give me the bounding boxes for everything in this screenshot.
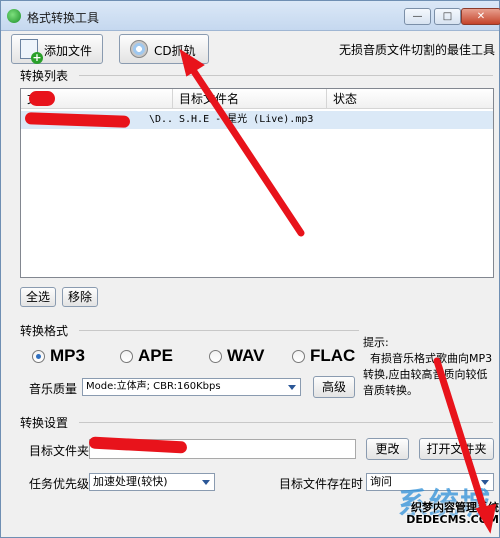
add-file-button[interactable]: 添加文件 <box>11 34 103 64</box>
priority-value: 加速处理(较快) <box>93 475 168 488</box>
slogan-text: 无损音质文件切割的最佳工具 <box>339 43 496 57</box>
change-folder-button[interactable]: 更改 <box>366 438 409 460</box>
table-header: 文件 目标文件名 状态 <box>21 89 493 109</box>
group-divider <box>79 75 493 76</box>
group-divider <box>79 422 493 423</box>
quality-label: 音乐质量 <box>29 382 78 396</box>
title-bar[interactable]: 格式转换工具 — □ ✕ <box>1 1 500 31</box>
cd-icon <box>130 40 148 58</box>
quality-select[interactable]: Mode:立体声; CBR:160Kbps <box>82 378 301 396</box>
redaction-mark <box>29 91 55 106</box>
priority-select[interactable]: 加速处理(较快) <box>89 473 215 491</box>
convert-list-group-label: 转换列表 <box>20 69 69 83</box>
cd-rip-button[interactable]: CD抓轨 <box>119 34 209 64</box>
advanced-button[interactable]: 高级 <box>313 376 355 398</box>
add-file-label: 添加文件 <box>44 44 93 58</box>
cd-rip-label: CD抓轨 <box>154 44 196 58</box>
chevron-down-icon <box>202 480 210 485</box>
column-header-target[interactable]: 目标文件名 <box>173 89 327 109</box>
main-window: 格式转换工具 — □ ✕ 添加文件 CD抓轨 无损音质文件切割的最佳工具 转换列… <box>0 0 500 538</box>
radio-indicator <box>32 350 45 363</box>
minimize-button[interactable]: — <box>404 8 431 25</box>
watermark-line2: DEDECMS.COM <box>406 513 499 526</box>
radio-indicator <box>120 350 133 363</box>
target-cell: S.H.E - 星光 (Live).mp3 <box>179 114 314 125</box>
tip-text: 提示: 有损音乐格式歌曲向MP3转换,应由较高音质向较低音质转换。 <box>363 336 493 397</box>
column-header-status[interactable]: 状态 <box>327 89 493 109</box>
radio-label: FLAC <box>310 346 356 365</box>
group-divider <box>79 330 359 331</box>
add-file-icon <box>20 39 43 64</box>
target-folder-label: 目标文件夹 <box>29 444 90 458</box>
priority-label: 任务优先级 <box>29 477 90 491</box>
file-cell: \D.. <box>149 114 174 125</box>
maximize-button[interactable]: □ <box>434 8 461 25</box>
remove-button[interactable]: 移除 <box>62 287 98 307</box>
chevron-down-icon <box>288 385 296 390</box>
app-icon <box>7 9 21 23</box>
select-all-button[interactable]: 全选 <box>20 287 56 307</box>
format-group-label: 转换格式 <box>20 324 69 338</box>
settings-group-label: 转换设置 <box>20 416 69 430</box>
close-button[interactable]: ✕ <box>461 8 500 25</box>
status-cell <box>331 111 481 129</box>
window-title: 格式转换工具 <box>27 11 100 25</box>
watermark: 系统城 织梦内容管理系统 DEDECMS.COM <box>349 479 499 537</box>
radio-label: APE <box>138 346 173 365</box>
radio-indicator <box>292 350 305 363</box>
radio-label: WAV <box>227 346 265 365</box>
open-folder-button[interactable]: 打开文件夹 <box>419 438 494 460</box>
radio-label: MP3 <box>50 346 85 365</box>
radio-indicator <box>209 350 222 363</box>
quality-value: Mode:立体声; CBR:160Kbps <box>86 381 221 392</box>
